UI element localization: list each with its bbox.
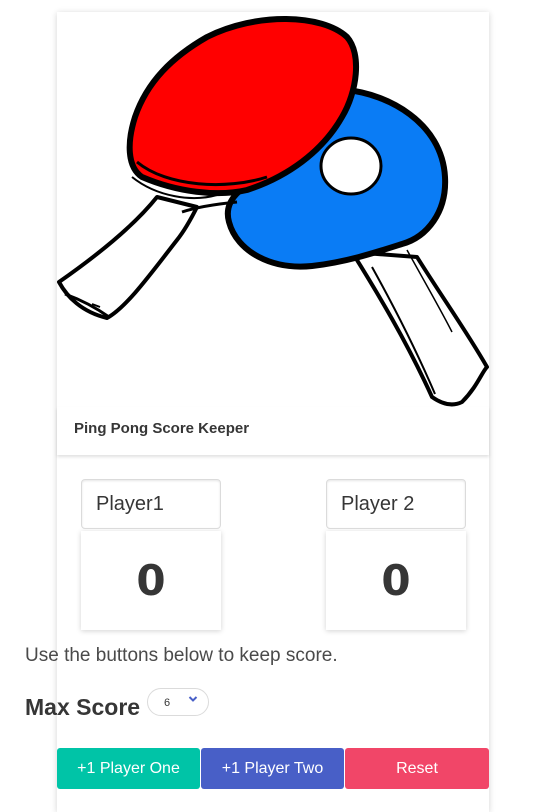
page-title: Ping Pong Score Keeper: [74, 420, 250, 437]
max-score-select[interactable]: 6: [147, 688, 209, 716]
player-two-panel: 0: [326, 479, 466, 630]
reset-button[interactable]: Reset: [345, 748, 489, 789]
score-keeper-card: Ping Pong Score Keeper: [57, 12, 489, 812]
add-point-player-two-button[interactable]: +1 Player Two: [201, 748, 344, 789]
player-one-panel: 0: [81, 479, 221, 630]
player-two-score: 0: [381, 556, 411, 605]
player-two-score-box: 0: [326, 531, 466, 630]
card-header: Ping Pong Score Keeper: [57, 407, 489, 455]
max-score-label: Max Score: [25, 694, 141, 720]
instructions-text: Use the buttons below to keep score.: [25, 645, 338, 666]
player-one-score-box: 0: [81, 531, 221, 630]
add-point-player-one-button[interactable]: +1 Player One: [57, 748, 200, 789]
player-two-name-input[interactable]: [326, 479, 466, 529]
max-score-selected-value: 6: [164, 697, 171, 709]
player-one-score: 0: [136, 556, 166, 605]
chevron-down-icon: [188, 696, 198, 702]
ping-pong-paddles-illustration: [57, 12, 489, 407]
player-one-name-input[interactable]: [81, 479, 221, 529]
paddles-icon: [57, 16, 489, 407]
